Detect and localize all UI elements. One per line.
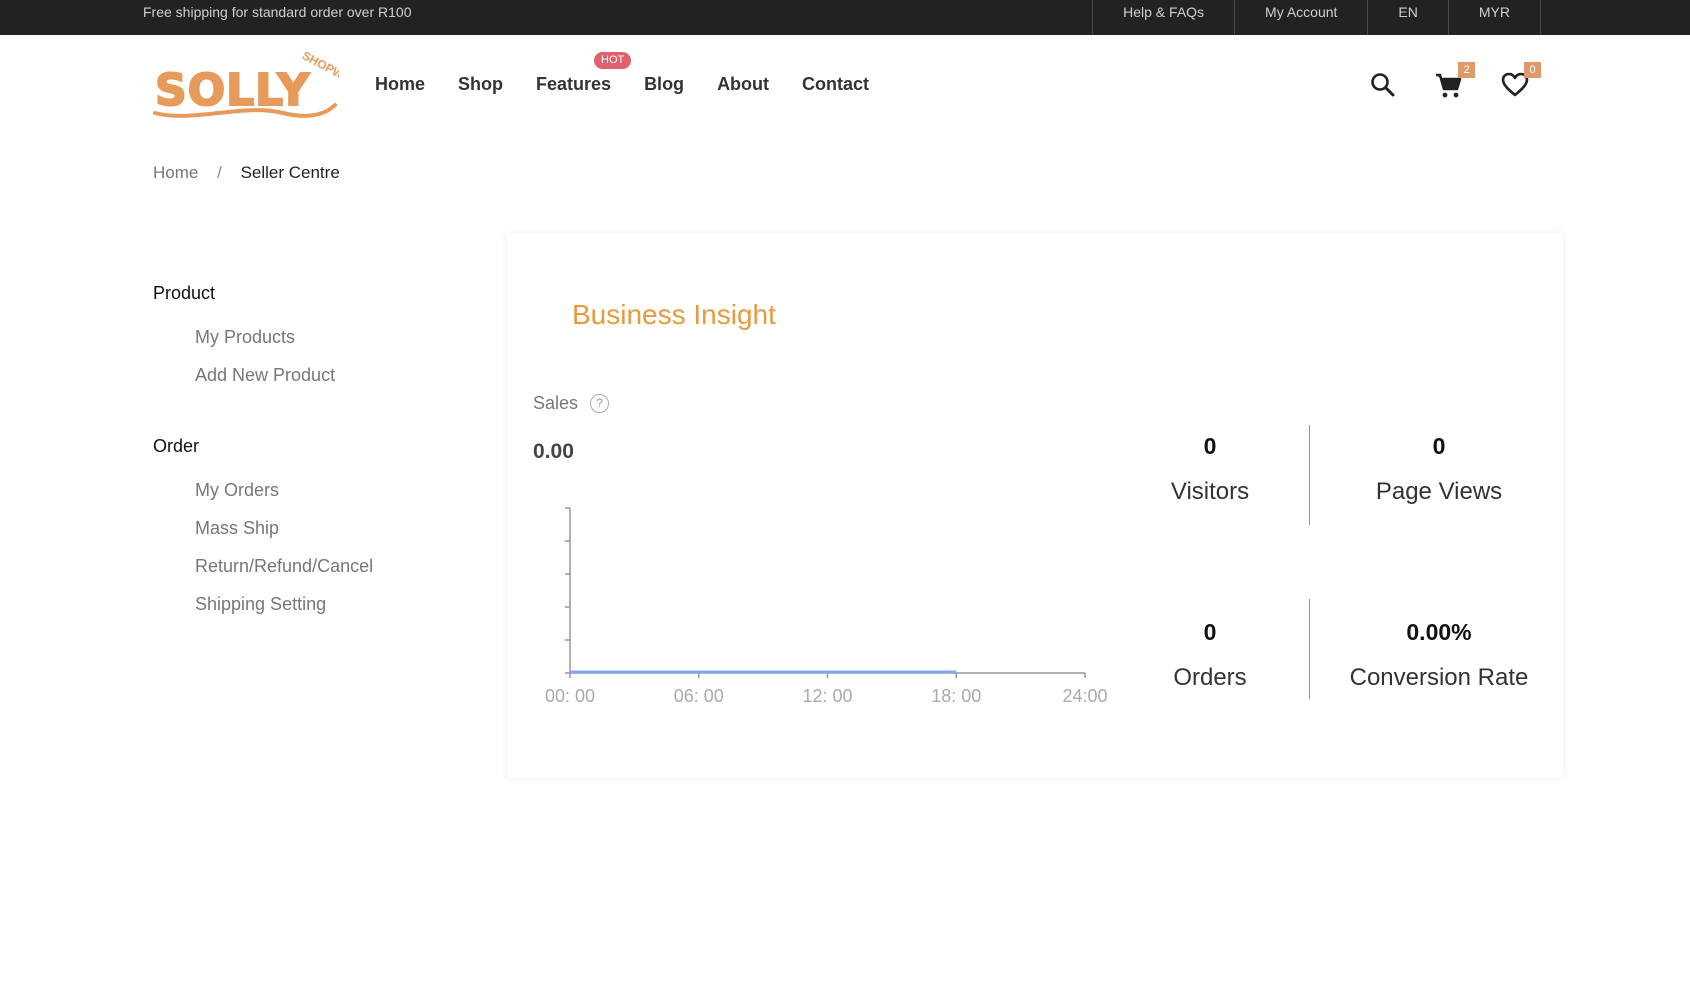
- visitors-stat: 0 Visitors: [1095, 433, 1325, 506]
- stat-divider: [1309, 599, 1310, 699]
- nav-about[interactable]: About: [717, 74, 769, 95]
- page-views-label: Page Views: [1375, 478, 1503, 505]
- wishlist-count-badge: 0: [1524, 62, 1541, 78]
- orders-stat: 0 Orders: [1095, 619, 1325, 692]
- breadcrumb-home[interactable]: Home: [153, 163, 198, 182]
- chart-x-tick-label: 18: 00: [931, 686, 981, 706]
- stat-divider: [1309, 425, 1310, 525]
- sales-label: Sales ?: [533, 393, 610, 414]
- visitors-label: Visitors: [1170, 478, 1250, 505]
- help-faqs-link[interactable]: Help & FAQs: [1092, 0, 1234, 35]
- conversion-rate-label: Conversion Rate: [1349, 664, 1529, 691]
- my-account-link[interactable]: My Account: [1234, 0, 1367, 35]
- top-links: Help & FAQs My Account EN MYR: [1092, 0, 1541, 35]
- nav-home[interactable]: Home: [375, 74, 425, 95]
- main-nav: Home Shop Features HOT Blog About Contac…: [375, 52, 902, 95]
- my-orders-link[interactable]: My Orders: [153, 471, 473, 509]
- visitors-value: 0: [1203, 433, 1217, 459]
- business-insight-card: Business Insight Sales ? 0.00 00: 00 06: …: [507, 233, 1563, 778]
- breadcrumb-separator: /: [217, 163, 222, 182]
- chart-x-tick-label: 12: 00: [802, 686, 852, 706]
- product-heading: Product: [153, 283, 216, 303]
- mass-ship-link[interactable]: Mass Ship: [153, 509, 473, 547]
- conversion-rate-value: 0.00%: [1406, 619, 1472, 645]
- nav-blog[interactable]: Blog: [644, 74, 684, 95]
- breadcrumb-current: Seller Centre: [240, 163, 340, 182]
- nav-features-label: Features: [536, 74, 612, 94]
- order-heading: Order: [153, 436, 200, 456]
- page-views-stat: 0 Page Views: [1324, 433, 1554, 506]
- business-insight-title: Business Insight: [572, 299, 776, 330]
- logo-text: SOLLY: [155, 65, 310, 116]
- shipping-setting-link[interactable]: Shipping Setting: [153, 585, 473, 623]
- sales-label-text: Sales: [533, 393, 579, 413]
- nav-shop[interactable]: Shop: [458, 74, 503, 95]
- currency-selector[interactable]: MYR: [1447, 0, 1541, 35]
- hot-badge: HOT: [594, 52, 632, 69]
- search-icon[interactable]: [1370, 72, 1396, 103]
- sales-chart: 00: 00 06: 00 12: 00 18: 00 24:00: [545, 507, 1108, 706]
- shipping-promo: Free shipping for standard order over R1…: [143, 4, 412, 20]
- product-group: Product My Products Add New Product: [153, 283, 473, 394]
- nav-features[interactable]: Features HOT: [536, 52, 632, 95]
- help-icon[interactable]: ?: [590, 394, 610, 413]
- chart-x-tick-label: 00: 00: [545, 686, 595, 706]
- orders-value: 0: [1203, 619, 1217, 645]
- add-new-product-link[interactable]: Add New Product: [153, 356, 473, 394]
- solly-logo[interactable]: SHOPWE SOLLY: [153, 47, 353, 123]
- my-products-link[interactable]: My Products: [153, 318, 473, 356]
- cart-count-badge: 2: [1458, 62, 1475, 78]
- language-selector[interactable]: EN: [1367, 0, 1447, 35]
- orders-label: Orders: [1173, 664, 1247, 691]
- breadcrumb: Home / Seller Centre: [153, 163, 340, 183]
- seller-sidebar: Product My Products Add New Product Orde…: [153, 283, 473, 665]
- top-bar: Free shipping for standard order over R1…: [0, 0, 1690, 35]
- sales-value: 0.00: [533, 440, 574, 463]
- nav-contact[interactable]: Contact: [802, 74, 869, 95]
- conversion-rate-stat: 0.00% Conversion Rate: [1324, 619, 1554, 692]
- return-refund-cancel-link[interactable]: Return/Refund/Cancel: [153, 547, 473, 585]
- order-group: Order My Orders Mass Ship Return/Refund/…: [153, 436, 473, 623]
- chart-x-tick-label: 06: 00: [674, 686, 724, 706]
- page-views-value: 0: [1432, 433, 1446, 459]
